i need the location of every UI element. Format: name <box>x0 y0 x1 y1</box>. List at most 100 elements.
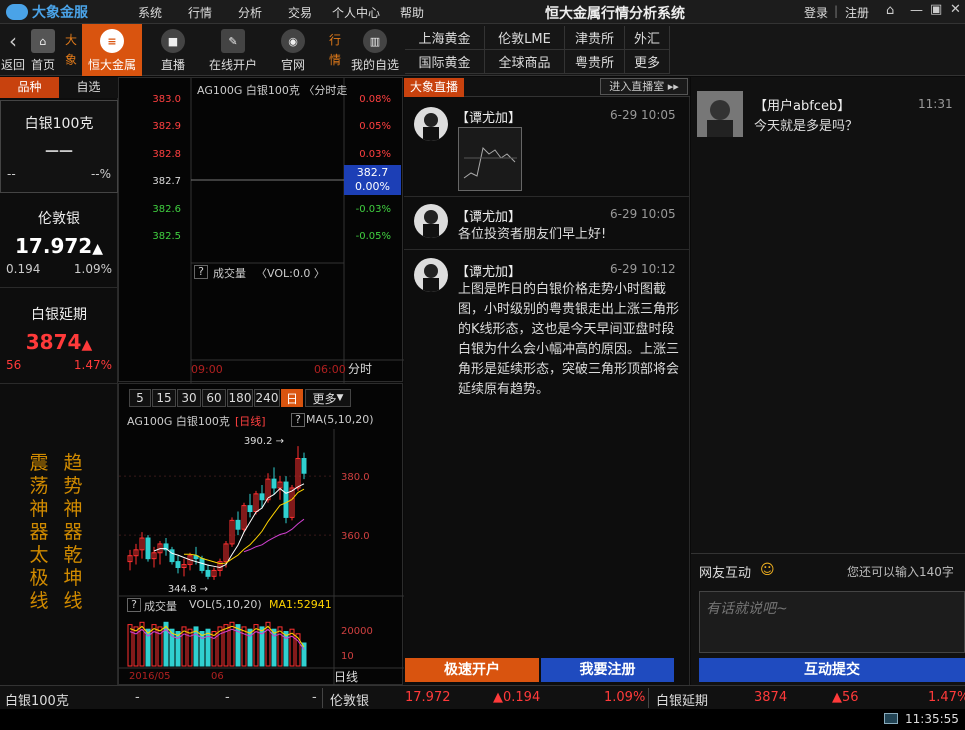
monitor-icon[interactable] <box>884 713 898 724</box>
promo-trend: 趋势神器乾坤线 <box>62 452 84 613</box>
message-time: 6-29 10:05 <box>610 207 676 221</box>
timeshare-chart[interactable]: 383.0 0.08% 382.9 0.05% 382.8 0.03% 382.7 382.6… <box>118 77 404 383</box>
promo-char: 荡 <box>29 475 49 497</box>
help-icon[interactable]: ? <box>127 598 141 612</box>
promo-char: 势 <box>63 475 83 497</box>
market-london-lme[interactable]: 伦敦LME <box>485 26 565 50</box>
menu-personal[interactable]: 个人中心 <box>332 4 380 21</box>
date-tick: 06 <box>211 671 224 682</box>
promo-char: 神 <box>29 498 49 520</box>
host-avatar <box>414 258 448 292</box>
volume-bar <box>205 628 211 667</box>
hengda-logo-icon: ≡ <box>100 29 124 53</box>
volume-bar <box>217 626 223 667</box>
back-button[interactable]: ‹ 返回 <box>0 24 26 76</box>
volume-bar <box>199 631 205 667</box>
volume-bar <box>241 626 247 667</box>
kline-mode: 日线 <box>334 670 359 684</box>
price-tick: 382.7 <box>152 176 181 187</box>
volume-bar <box>253 624 259 667</box>
message-text: 各位投资者朋友们早上好! <box>458 227 607 242</box>
help-icon[interactable]: ? <box>194 265 208 279</box>
host-avatar <box>414 107 448 141</box>
market-tianjin[interactable]: 津贵所 <box>565 26 625 50</box>
minimize-icon[interactable]: — <box>910 3 923 18</box>
login-link[interactable]: 登录 <box>804 4 828 21</box>
card-change: 0.194 <box>6 262 41 276</box>
kline-chart[interactable]: 5 15 30 60 180 240 日 更多 ▼ AG100G 白银100克 [日线] ? … <box>118 383 404 686</box>
website-label: 官网 <box>280 58 305 72</box>
volume-bar <box>193 626 199 667</box>
chart-header: AG100G 白银100克 〈分时走 <box>197 84 347 97</box>
kline-volume-label: 成交量 <box>144 600 177 613</box>
menu-trade[interactable]: 交易 <box>288 4 312 21</box>
pct-tick: 0.08% <box>359 94 391 105</box>
pct-tick: 0.05% <box>359 121 391 132</box>
home-icon[interactable]: ⌂ <box>886 3 894 18</box>
register-link[interactable]: 注册 <box>845 4 869 21</box>
watchlist-button[interactable]: ▥ 我的自选 <box>346 24 404 76</box>
market-intl-gold[interactable]: 国际黄金 <box>405 50 485 74</box>
market-global-commodity[interactable]: 全球商品 <box>485 50 565 74</box>
market-forex[interactable]: 外汇 <box>625 26 670 50</box>
quote-card-london-silver[interactable]: 伦敦银 17.972▲ 0.194 1.09% <box>0 196 118 288</box>
menu-quotes[interactable]: 行情 <box>188 4 212 21</box>
ticker-pct: 1.47% <box>928 690 965 705</box>
volume-bar <box>151 624 157 667</box>
quote-card-silver100g[interactable]: 白银100克 —— -- --% <box>0 100 118 193</box>
market-more[interactable]: 更多 <box>625 50 670 74</box>
register-button[interactable]: 我要注册 <box>541 658 674 682</box>
pct-tick: -0.03% <box>356 204 391 215</box>
market-guangdong[interactable]: 粤贵所 <box>565 50 625 74</box>
menu-analysis[interactable]: 分析 <box>238 4 262 21</box>
live-button[interactable]: ■ 直播 <box>144 24 202 76</box>
close-icon[interactable]: ✕ <box>950 2 961 17</box>
card-price: 17.972 <box>15 234 93 258</box>
tab-varieties[interactable]: 品种 <box>0 77 59 98</box>
quote-label-2: 情 <box>328 53 341 67</box>
chart-thumbnail-image[interactable] <box>458 127 522 191</box>
system-tray: 11:35:55 <box>0 709 965 730</box>
quote-label-1: 行 <box>328 33 341 47</box>
candle-body <box>235 519 241 530</box>
emoji-icon[interactable]: ☺ <box>760 562 775 578</box>
tab-watchlist[interactable]: 自选 <box>59 77 118 98</box>
card-name: 白银延期 <box>31 307 87 323</box>
back-label: 返回 <box>0 58 25 72</box>
enter-room-button[interactable]: 进入直播室 ▸▸ <box>600 78 688 95</box>
volume-bar <box>277 626 283 667</box>
volume-bar <box>127 624 133 667</box>
quick-open-account-button[interactable]: 极速开户 <box>405 658 539 682</box>
promo-char: 神 <box>63 498 83 520</box>
website-button[interactable]: ◉ 官网 <box>264 24 322 76</box>
promo-banner[interactable]: 震荡神器太极线 趋势神器乾坤线 <box>28 452 84 613</box>
brand-name: 大象金服 <box>32 5 88 21</box>
chevron-left-icon: ‹ <box>9 29 17 53</box>
message-text: 上图是昨日的白银价格走势小时图截图，小时级别的粤贵银走出上涨三角形的K线形态，这… <box>458 282 680 397</box>
ticker-name[interactable]: 白银延期 <box>656 690 708 709</box>
menu-system[interactable]: 系统 <box>138 4 162 21</box>
maximize-icon[interactable]: ▣ <box>930 2 942 17</box>
ticker-pct: - <box>312 690 317 705</box>
candle-body <box>271 478 277 489</box>
ticker-price: - <box>135 690 140 705</box>
enter-room-label: 进入直播室 <box>609 80 665 93</box>
ticker-name[interactable]: 伦敦银 <box>330 690 369 709</box>
market-shanghai-gold[interactable]: 上海黄金 <box>405 26 485 50</box>
hengda-button[interactable]: ≡ 恒大金属 <box>82 24 142 76</box>
quote-card-silver-td[interactable]: 白银延期 3874▲ 56 1.47% <box>0 292 118 384</box>
card-change: 56 <box>6 358 22 372</box>
up-arrow-icon: ▲ <box>81 337 93 353</box>
candle-body <box>145 537 151 560</box>
ticker-name[interactable]: 白银100克 <box>5 690 69 709</box>
open-account-button[interactable]: ✎ 在线开户 <box>204 24 262 76</box>
message-input[interactable] <box>699 591 965 653</box>
home-button[interactable]: ⌂ 首页 <box>28 24 58 76</box>
user-avatar <box>697 91 743 137</box>
menu-help[interactable]: 帮助 <box>400 4 424 21</box>
live-tab[interactable]: 大象直播 <box>404 78 464 97</box>
submit-button[interactable]: 互动提交 <box>699 658 965 682</box>
chat-message: 【谭尤加】 6-29 10:05 各位投资者朋友们早上好! <box>404 198 690 250</box>
card-change: -- <box>7 167 16 181</box>
time-end: 06:00 <box>314 363 346 376</box>
